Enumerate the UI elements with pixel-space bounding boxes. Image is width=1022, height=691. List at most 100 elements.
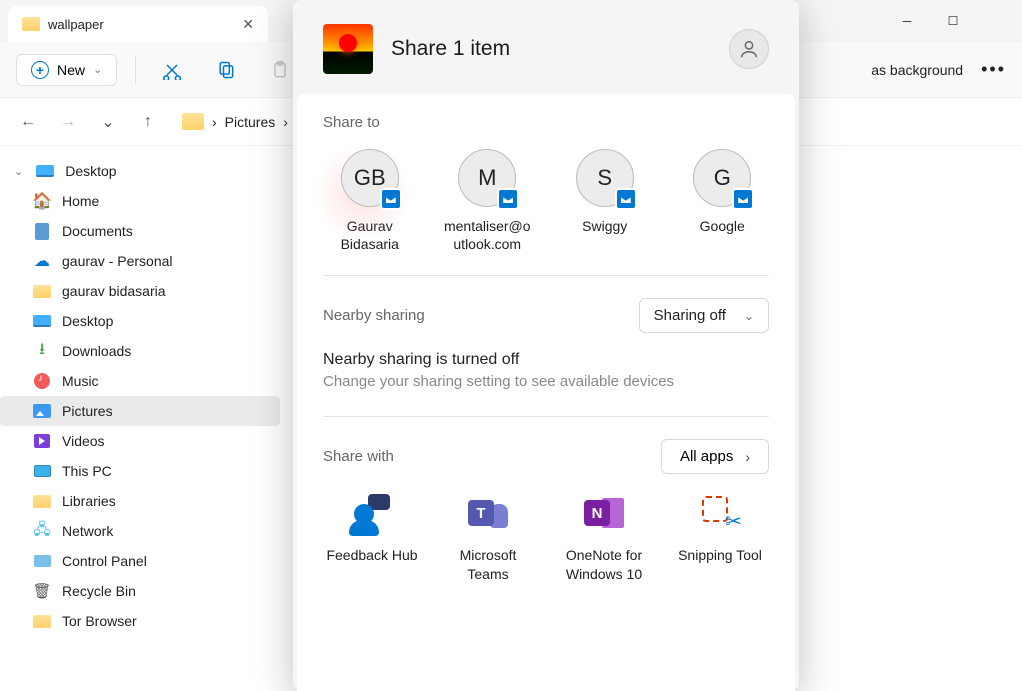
app-name: Feedback Hub — [326, 546, 417, 564]
nearby-sub-text: Change your sharing setting to see avail… — [323, 373, 769, 390]
scissors-icon — [162, 60, 182, 80]
nearby-sharing-dropdown[interactable]: Sharing off ⌄ — [639, 298, 769, 333]
contact-name: Google — [700, 217, 745, 235]
outlook-badge-icon — [380, 188, 402, 210]
sidebar-item-thispc[interactable]: This PC — [0, 456, 280, 486]
app-snipping-tool[interactable]: ✂ Snipping Tool — [671, 490, 769, 582]
outlook-badge-icon — [497, 188, 519, 210]
sidebar-item-torbrowser[interactable]: Tor Browser — [0, 606, 280, 636]
copy-button[interactable] — [208, 52, 244, 88]
sidebar-item-label: gaurav - Personal — [62, 253, 173, 269]
recycle-icon: 🗑 — [32, 582, 52, 600]
breadcrumb-item[interactable]: Pictures — [225, 114, 276, 130]
share-thumbnail — [323, 24, 373, 74]
contact-item[interactable]: GB Gaurav Bidasaria — [323, 149, 417, 253]
chevron-down-icon: ⌄ — [744, 309, 754, 323]
sidebar-item-label: Network — [62, 523, 113, 539]
network-icon: 🖧 — [32, 522, 52, 540]
breadcrumb-sep: › — [212, 114, 217, 130]
all-apps-button[interactable]: All apps › — [661, 439, 769, 474]
forward-button[interactable]: → — [52, 106, 84, 138]
sidebar-item-label: Videos — [62, 433, 105, 449]
sidebar-item-desktop[interactable]: ⌄Desktop — [0, 156, 280, 186]
app-feedback-hub[interactable]: Feedback Hub — [323, 490, 421, 582]
up-button[interactable]: ↑ — [132, 106, 164, 138]
sidebar-item-onedrive[interactable]: ☁gaurav - Personal — [0, 246, 280, 276]
control-panel-icon — [34, 555, 51, 567]
close-tab-icon[interactable]: ✕ — [242, 16, 254, 33]
share-title: Share 1 item — [391, 37, 711, 61]
chevron-right-icon: › — [745, 449, 750, 465]
contact-item[interactable]: G Google — [676, 149, 770, 253]
libraries-icon — [33, 495, 51, 508]
sidebar-item-controlpanel[interactable]: Control Panel — [0, 546, 280, 576]
clipboard-icon — [270, 60, 290, 80]
sidebar-item-music[interactable]: Music — [0, 366, 280, 396]
pc-icon — [34, 465, 51, 477]
folder-icon — [33, 615, 51, 628]
app-teams[interactable]: T Microsoft Teams — [439, 490, 537, 582]
sidebar-item-recyclebin[interactable]: 🗑 Recycle Bin — [0, 576, 280, 606]
feedback-hub-icon — [348, 490, 396, 538]
divider — [323, 416, 769, 417]
close-window-button[interactable] — [976, 5, 1022, 37]
back-button[interactable]: ← — [12, 106, 44, 138]
minimize-button[interactable]: ─ — [884, 5, 930, 37]
contact-avatar: G — [693, 149, 751, 207]
person-icon — [738, 38, 760, 60]
sidebar-item-label: gaurav bidasaria — [62, 283, 166, 299]
app-onenote[interactable]: N OneNote for Windows 10 — [555, 490, 653, 582]
share-to-label: Share to — [323, 114, 769, 131]
snipping-tool-icon: ✂ — [696, 490, 744, 538]
profile-button[interactable] — [729, 29, 769, 69]
recent-dropdown[interactable]: ⌄ — [92, 106, 124, 138]
plus-icon: + — [31, 61, 49, 79]
home-icon: 🏠 — [32, 192, 52, 210]
sidebar-item-label: Control Panel — [62, 553, 147, 569]
app-name: Microsoft Teams — [439, 546, 537, 582]
sidebar-item-home[interactable]: 🏠Home — [0, 186, 280, 216]
contact-avatar: S — [576, 149, 634, 207]
maximize-button[interactable]: ☐ — [930, 5, 976, 37]
sidebar-item-label: Desktop — [65, 163, 116, 179]
contact-item[interactable]: M mentaliser@outlook.com — [441, 149, 535, 253]
contact-initials: M — [478, 165, 496, 191]
sidebar-item-downloads[interactable]: ⭳ Downloads — [0, 336, 280, 366]
tab-title: wallpaper — [48, 17, 234, 32]
sidebar-item-desktop2[interactable]: Desktop — [0, 306, 280, 336]
more-button[interactable]: ••• — [981, 59, 1006, 80]
sidebar-item-label: Pictures — [62, 403, 113, 419]
contact-item[interactable]: S Swiggy — [558, 149, 652, 253]
nearby-status-text: Nearby sharing is turned off — [323, 351, 769, 369]
breadcrumb[interactable]: › Pictures › — [182, 113, 288, 130]
document-icon — [35, 223, 49, 240]
new-button[interactable]: + New ⌄ — [16, 54, 117, 86]
folder-icon — [22, 17, 40, 31]
window-tab[interactable]: wallpaper ✕ — [8, 6, 268, 42]
sidebar-item-documents[interactable]: Documents — [0, 216, 280, 246]
app-name: OneNote for Windows 10 — [555, 546, 653, 582]
set-background-label[interactable]: as background — [871, 62, 963, 78]
divider — [323, 275, 769, 276]
chevron-down-icon: ⌄ — [93, 63, 102, 76]
cut-button[interactable] — [154, 52, 190, 88]
sidebar-item-label: Desktop — [62, 313, 113, 329]
copy-icon — [216, 60, 236, 80]
sidebar-item-pictures[interactable]: Pictures — [0, 396, 280, 426]
sidebar-item-label: Downloads — [62, 343, 131, 359]
sidebar-item-userfolder[interactable]: gaurav bidasaria — [0, 276, 280, 306]
sidebar-item-label: Recycle Bin — [62, 583, 136, 599]
download-icon: ⭳ — [32, 342, 52, 360]
contact-initials: S — [597, 165, 612, 191]
outlook-badge-icon — [732, 188, 754, 210]
video-icon — [34, 434, 50, 448]
contact-avatar: GB — [341, 149, 399, 207]
share-body: Share to GB Gaurav Bidasaria M mentalise… — [297, 94, 795, 691]
sidebar-item-label: Documents — [62, 223, 133, 239]
sidebar-item-label: Music — [62, 373, 99, 389]
sidebar-item-network[interactable]: 🖧 Network — [0, 516, 280, 546]
sidebar-item-videos[interactable]: Videos — [0, 426, 280, 456]
sidebar-item-libraries[interactable]: Libraries — [0, 486, 280, 516]
folder-icon — [182, 113, 204, 130]
pictures-icon — [33, 404, 51, 418]
